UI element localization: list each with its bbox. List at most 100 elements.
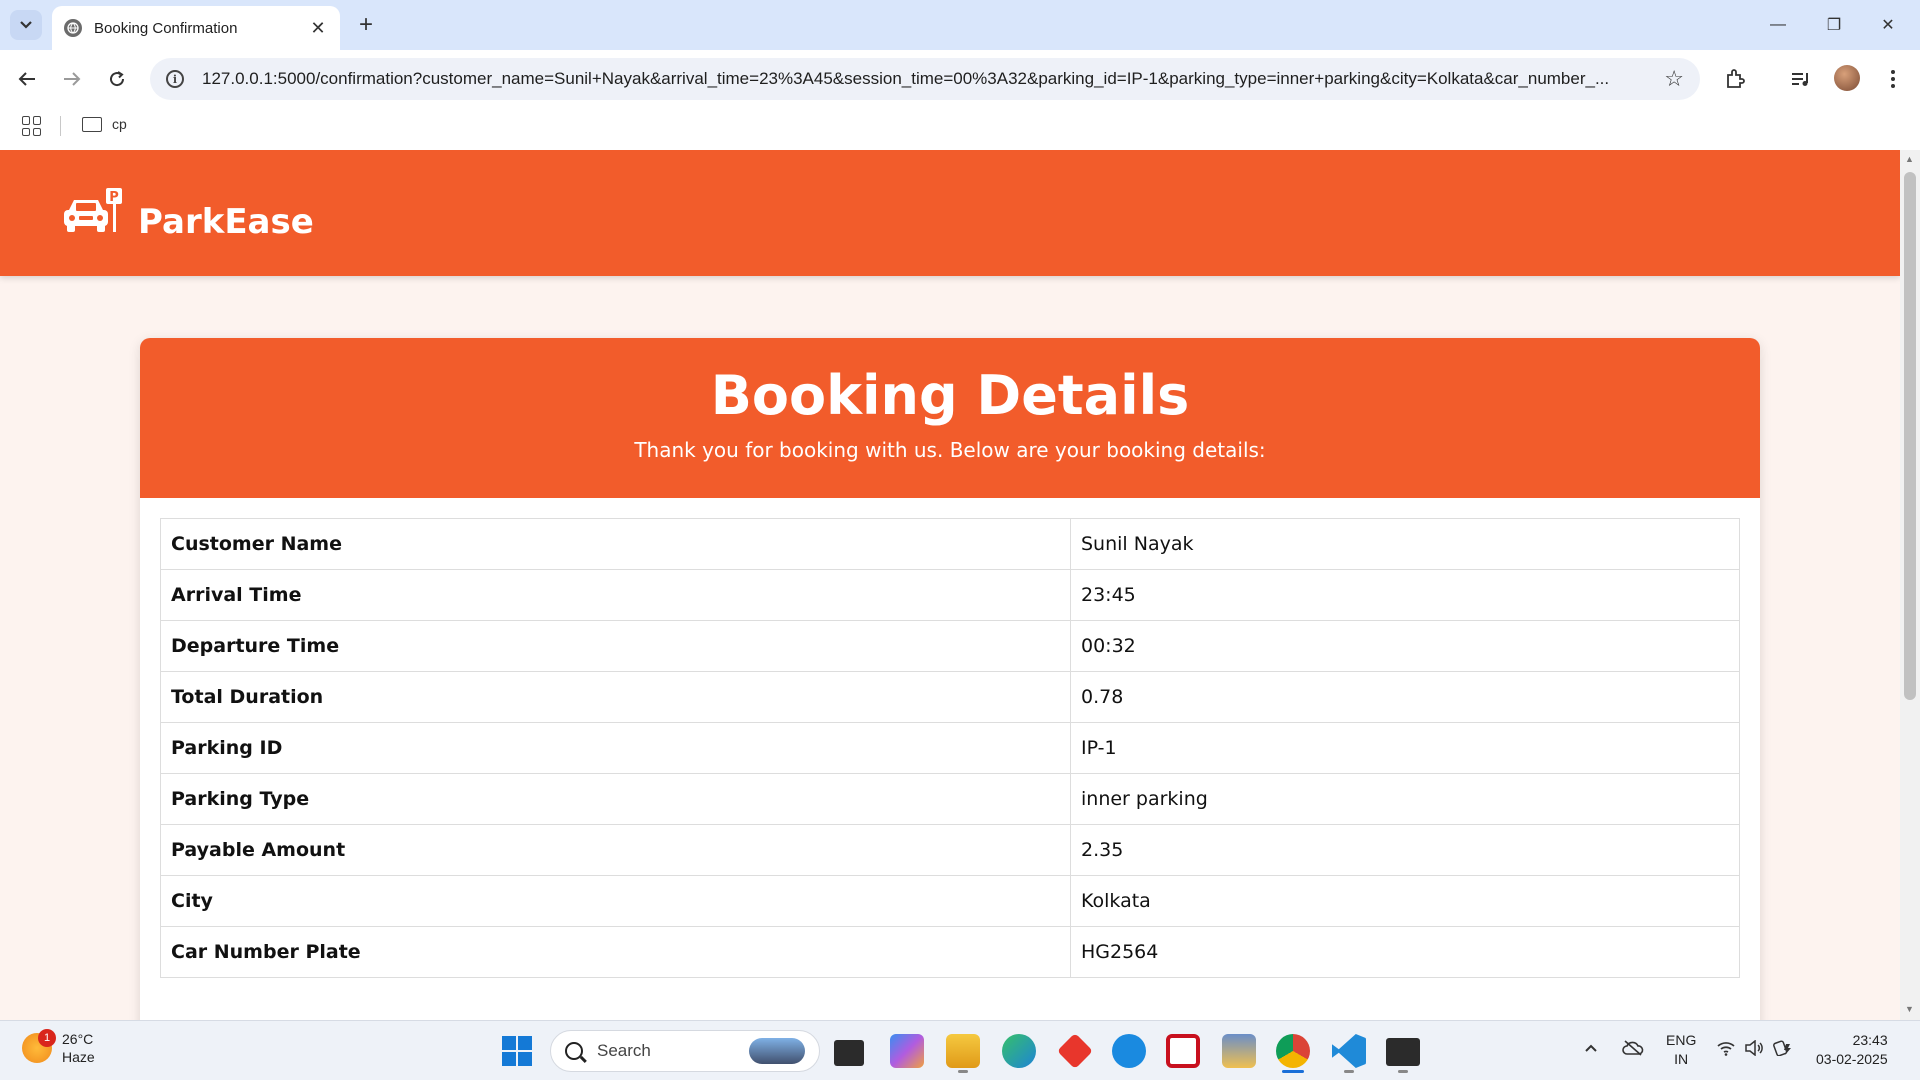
bookmarks-bar	[0, 108, 1920, 150]
row-value: 23:45	[1070, 569, 1740, 621]
terminal-indicator	[1398, 1070, 1408, 1073]
task-view-icon[interactable]	[834, 1040, 864, 1066]
mcafee-icon[interactable]	[1166, 1034, 1200, 1068]
row-value: IP-1	[1070, 722, 1740, 774]
table-row: Car Number Plate HG2564	[160, 926, 1740, 978]
page-scrollbar[interactable]: ▲ ▼	[1900, 150, 1920, 1020]
taskbar-search[interactable]: Search	[550, 1030, 820, 1072]
row-value: 2.35	[1070, 824, 1740, 876]
row-label: Customer Name	[160, 518, 1071, 570]
copilot-icon[interactable]	[890, 1034, 924, 1068]
notification-badge: 1	[38, 1029, 56, 1047]
tab-booking-confirmation[interactable]: Booking Confirmation ✕	[52, 6, 340, 50]
row-value: Kolkata	[1070, 875, 1740, 927]
chrome-active-indicator	[1282, 1070, 1304, 1073]
windows-start-icon[interactable]	[502, 1036, 532, 1066]
url-text[interactable]: 127.0.0.1:5000/confirmation?customer_nam…	[202, 69, 1654, 89]
page-title: Booking Details	[710, 364, 1190, 427]
new-tab-button[interactable]: +	[352, 12, 380, 40]
language-code: ENG	[1666, 1032, 1697, 1048]
row-label: Arrival Time	[160, 569, 1071, 621]
region-code: IN	[1674, 1051, 1689, 1067]
row-value: 0.78	[1070, 671, 1740, 723]
search-icon	[565, 1042, 583, 1060]
booking-details-table: Customer Name Sunil Nayak Arrival Time 2…	[160, 518, 1740, 978]
row-label: Payable Amount	[160, 824, 1071, 876]
store-app-icon[interactable]	[1222, 1034, 1256, 1068]
table-row: Arrival Time 23:45	[160, 569, 1740, 621]
extensions-icon[interactable]	[1720, 64, 1750, 94]
bookmark-folder-cp[interactable]: cp	[82, 116, 127, 132]
battery-icon[interactable]	[1772, 1040, 1792, 1061]
search-label: Search	[597, 1041, 651, 1060]
arrow-left-icon	[18, 72, 35, 86]
vscode-indicator	[1344, 1070, 1354, 1073]
arrow-right-icon	[64, 72, 81, 86]
weather-widget[interactable]: 1 26°C Haze	[22, 1029, 95, 1066]
brand-name[interactable]: ParkEase	[138, 202, 314, 242]
terminal-icon[interactable]	[1386, 1038, 1420, 1066]
apps-grid-icon[interactable]	[22, 116, 42, 136]
wifi-icon[interactable]	[1716, 1040, 1736, 1061]
globe-icon	[64, 19, 82, 37]
table-row: Parking ID IP-1	[160, 722, 1740, 774]
row-value: inner parking	[1070, 773, 1740, 825]
bookmark-star-icon[interactable]: ☆	[1664, 66, 1684, 92]
edge-browser-icon[interactable]	[1002, 1034, 1036, 1068]
forward-button[interactable]	[55, 62, 89, 96]
site-header: P ParkEase	[0, 150, 1900, 276]
cloud-offline-icon[interactable]	[1622, 1040, 1644, 1061]
menu-kebab-icon[interactable]	[1878, 64, 1908, 94]
booking-card: Booking Details Thank you for booking wi…	[140, 338, 1760, 1020]
chrome-icon[interactable]	[1276, 1034, 1310, 1068]
site-info-icon[interactable]: i	[166, 70, 184, 88]
folder-icon	[82, 116, 102, 132]
chevron-down-icon	[20, 21, 32, 29]
row-value: HG2564	[1070, 926, 1740, 978]
tab-close-icon[interactable]: ✕	[308, 18, 328, 39]
row-value: Sunil Nayak	[1070, 518, 1740, 570]
row-value: 00:32	[1070, 620, 1740, 672]
bookmark-folder-label: cp	[112, 116, 127, 132]
car-parking-logo-icon[interactable]: P	[62, 186, 126, 236]
table-row: City Kolkata	[160, 875, 1740, 927]
file-explorer-icon[interactable]	[946, 1034, 980, 1068]
profile-avatar[interactable]	[1834, 65, 1860, 91]
page-viewport: P ParkEase Booking Details Thank you for…	[0, 150, 1900, 1020]
table-row: Departure Time 00:32	[160, 620, 1740, 672]
table-row: Payable Amount 2.35	[160, 824, 1740, 876]
table-row: Parking Type inner parking	[160, 773, 1740, 825]
restore-button[interactable]: ❐	[1814, 8, 1854, 42]
scroll-thumb[interactable]	[1904, 172, 1916, 700]
scroll-up-icon[interactable]: ▲	[1905, 154, 1914, 164]
reload-button[interactable]	[100, 62, 134, 96]
system-clock[interactable]: 23:43 03-02-2025	[1816, 1031, 1888, 1069]
address-bar[interactable]: i 127.0.0.1:5000/confirmation?customer_n…	[150, 58, 1700, 100]
chevron-up-icon[interactable]	[1584, 1040, 1598, 1058]
volume-icon[interactable]	[1744, 1039, 1764, 1061]
file-explorer-indicator	[958, 1070, 968, 1073]
help-icon[interactable]	[1112, 1034, 1146, 1068]
row-label: Parking Type	[160, 773, 1071, 825]
tab-title: Booking Confirmation	[94, 19, 238, 37]
minimize-button[interactable]: —	[1758, 8, 1798, 42]
row-label: Total Duration	[160, 671, 1071, 723]
close-window-button[interactable]: ✕	[1868, 8, 1908, 42]
row-label: Car Number Plate	[160, 926, 1071, 978]
svg-text:P: P	[109, 190, 119, 205]
weather-temperature: 26°C	[62, 1031, 94, 1047]
booking-card-header: Booking Details Thank you for booking wi…	[140, 338, 1760, 498]
tab-search-button[interactable]	[10, 10, 42, 40]
scroll-down-icon[interactable]: ▼	[1905, 1004, 1914, 1014]
row-label: Departure Time	[160, 620, 1071, 672]
clock-time: 23:43	[1852, 1032, 1888, 1048]
language-indicator[interactable]: ENG IN	[1666, 1031, 1696, 1069]
search-highlight-icon	[749, 1038, 805, 1064]
media-controls-icon[interactable]	[1786, 64, 1816, 94]
weather-sun-icon: 1	[22, 1029, 56, 1063]
row-label: Parking ID	[160, 722, 1071, 774]
back-button[interactable]	[10, 62, 44, 96]
table-row: Total Duration 0.78	[160, 671, 1740, 723]
weather-description: Haze	[62, 1049, 95, 1065]
table-row: Customer Name Sunil Nayak	[160, 518, 1740, 570]
